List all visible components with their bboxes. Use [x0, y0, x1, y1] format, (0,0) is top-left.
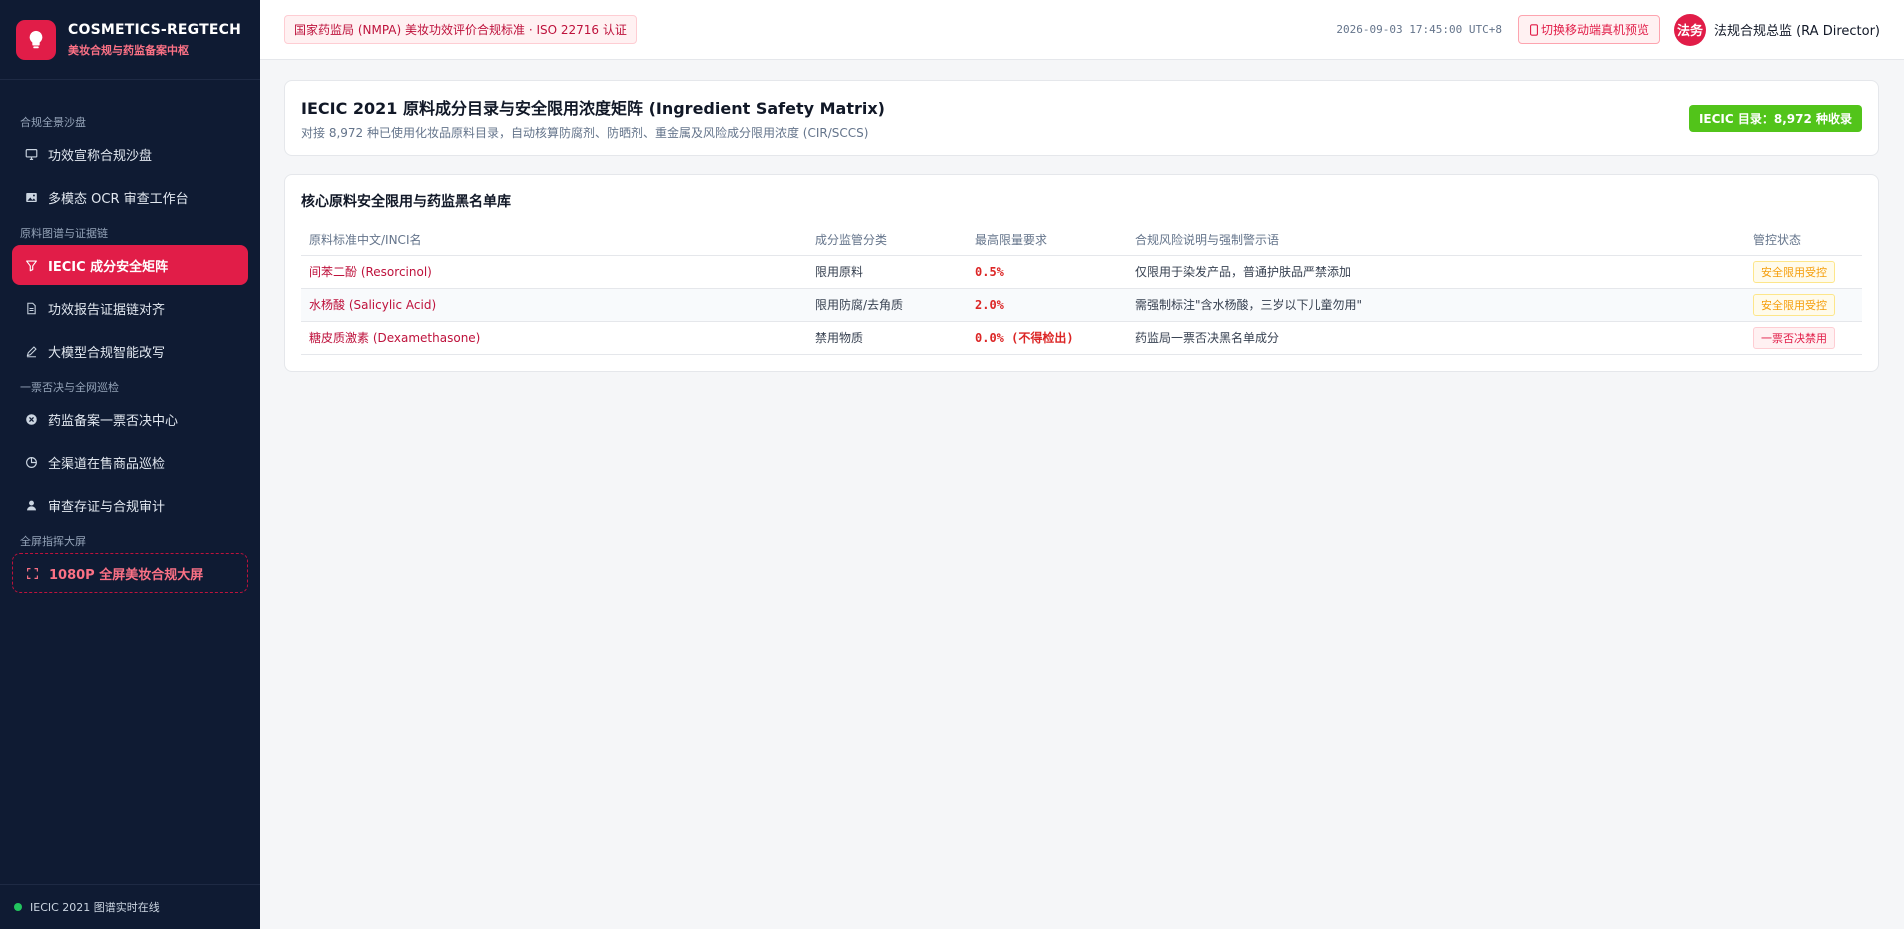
page-title: IECIC 2021 原料成分目录与安全限用浓度矩阵 (Ingredient S… — [301, 99, 885, 118]
pie-icon — [24, 455, 38, 469]
sidebar-nav: 合规全景沙盘 功效宣称合规沙盘 多模态 OCR 审查工作台 原料图谱与证据链 I… — [0, 80, 260, 593]
top-header: 国家药监局 (NMPA) 美妆功效评价合规标准 · ISO 22716 认证 2… — [260, 0, 1904, 60]
lightbulb-icon — [16, 19, 56, 60]
document-icon — [24, 301, 38, 315]
table-title: 核心原料安全限用与药监黑名单库 — [301, 194, 511, 210]
sidebar-item-channel-patrol[interactable]: 全渠道在售商品巡检 — [12, 442, 248, 482]
ingredient-table: 原料标准中文/INCI名 成分监管分类 最高限量要求 合规风险说明与强制警示语 … — [301, 225, 1862, 355]
sidebar-item-label: 功效报告证据链对齐 — [48, 302, 166, 318]
page-subtitle: 对接 8,972 种已使用化妆品原料目录，自动核算防腐剂、防晒剂、重金属及风险成… — [301, 126, 869, 140]
sidebar-item-evidence-chain[interactable]: 功效报告证据链对齐 — [12, 288, 248, 328]
table-header-row: 原料标准中文/INCI名 成分监管分类 最高限量要求 合规风险说明与强制警示语 … — [301, 225, 1862, 256]
sidebar-item-audit[interactable]: 审查存证与合规审计 — [12, 485, 248, 525]
status-badge: 安全限用受控 — [1753, 260, 1835, 283]
ingredient-limit: 2.0% — [967, 288, 1127, 322]
column-header: 成分监管分类 — [807, 225, 967, 256]
sidebar-item-claims-sandbox[interactable]: 功效宣称合规沙盘 — [12, 134, 248, 174]
sidebar-item-fullscreen[interactable]: 1080P 全屏美妆合规大屏 — [12, 553, 248, 593]
ingredient-note: 仅限用于染发产品，普通护肤品严禁添加 — [1127, 255, 1745, 289]
ingredient-note: 需强制标注"含水杨酸，三岁以下儿童勿用" — [1127, 288, 1745, 322]
ingredient-limit: 0.5% — [967, 255, 1127, 289]
image-icon — [24, 190, 38, 204]
ingredient-category: 禁用物质 — [807, 321, 967, 355]
pen-icon — [24, 344, 38, 358]
user-name[interactable]: 法规合规总监 (RA Director) — [1714, 20, 1880, 39]
sidebar-item-label: 全渠道在售商品巡检 — [48, 456, 166, 472]
header-right: 2026-09-03 17:45:00 UTC+8 切换移动端真机预览 法务 法… — [1336, 13, 1880, 46]
table-row[interactable]: 间苯二酚 (Resorcinol) 限用原料 0.5% 仅限用于染发产品，普通护… — [301, 255, 1862, 289]
ingredient-name[interactable]: 间苯二酚 (Resorcinol) — [301, 255, 807, 289]
brand: COSMETICS-REGTECH 美妆合规与药监备案中枢 — [0, 0, 260, 80]
mobile-preview-button[interactable]: 切换移动端真机预览 — [1517, 15, 1660, 44]
brand-title: COSMETICS-REGTECH — [68, 21, 242, 38]
column-header: 原料标准中文/INCI名 — [301, 225, 807, 256]
avatar[interactable]: 法务 — [1673, 13, 1706, 46]
table-row[interactable]: 水杨酸 (Salicylic Acid) 限用防腐/去角质 2.0% 需强制标注… — [301, 288, 1862, 322]
sidebar: COSMETICS-REGTECH 美妆合规与药监备案中枢 合规全景沙盘 功效宣… — [0, 0, 260, 929]
ingredient-category: 限用原料 — [807, 255, 967, 289]
sidebar-footer-text: IECIC 2021 图谱实时在线 — [30, 901, 160, 914]
column-header: 最高限量要求 — [967, 225, 1127, 256]
sidebar-item-iecic-matrix[interactable]: IECIC 成分安全矩阵 — [12, 245, 248, 285]
sidebar-item-veto-center[interactable]: 药监备案一票否决中心 — [12, 399, 248, 439]
filter-icon — [24, 258, 38, 272]
status-badge: 一票否决禁用 — [1753, 326, 1835, 349]
cert-badge: 国家药监局 (NMPA) 美妆功效评价合规标准 · ISO 22716 认证 — [284, 15, 637, 44]
sidebar-item-ai-rewrite[interactable]: 大模型合规智能改写 — [12, 331, 248, 371]
sidebar-footer: IECIC 2021 图谱实时在线 — [0, 884, 260, 929]
x-circle-icon — [24, 412, 38, 426]
section-label-bigscreen: 全屏指挥大屏 — [20, 535, 86, 548]
ingredient-name[interactable]: 水杨酸 (Salicylic Acid) — [301, 288, 807, 322]
section-label-overview: 合规全景沙盘 — [20, 116, 86, 129]
user-icon — [24, 498, 38, 512]
phone-icon — [1529, 23, 1539, 36]
sidebar-item-label: 功效宣称合规沙盘 — [48, 148, 153, 164]
section-label-ingredients: 原料图谱与证据链 — [20, 227, 108, 240]
catalog-count-badge: IECIC 目录：8,972 种收录 — [1688, 104, 1862, 132]
sidebar-item-label: IECIC 成分安全矩阵 — [48, 259, 169, 275]
column-header: 管控状态 — [1745, 225, 1862, 256]
ingredient-note: 药监局一票否决黑名单成分 — [1127, 321, 1745, 355]
sidebar-item-label: 多模态 OCR 审查工作台 — [48, 191, 189, 207]
summary-card: IECIC 2021 原料成分目录与安全限用浓度矩阵 (Ingredient S… — [284, 80, 1879, 156]
sidebar-item-label: 审查存证与合规审计 — [48, 499, 166, 515]
column-header: 合规风险说明与强制警示语 — [1127, 225, 1745, 256]
online-status-icon — [14, 903, 22, 911]
section-label-veto: 一票否决与全网巡检 — [20, 381, 119, 394]
sidebar-item-ocr-workbench[interactable]: 多模态 OCR 审查工作台 — [12, 177, 248, 217]
table-row[interactable]: 糖皮质激素 (Dexamethasone) 禁用物质 0.0% (不得检出) 药… — [301, 321, 1862, 355]
ingredient-category: 限用防腐/去角质 — [807, 288, 967, 322]
fullscreen-icon — [25, 566, 39, 580]
monitor-icon — [24, 147, 38, 161]
ingredient-name[interactable]: 糖皮质激素 (Dexamethasone) — [301, 321, 807, 355]
brand-subtitle: 美妆合规与药监备案中枢 — [68, 43, 189, 57]
sidebar-item-label: 大模型合规智能改写 — [48, 345, 166, 361]
matrix-table-card: 核心原料安全限用与药监黑名单库 原料标准中文/INCI名 成分监管分类 最高限量… — [284, 174, 1879, 372]
status-badge: 安全限用受控 — [1753, 293, 1835, 316]
mobile-preview-label: 切换移动端真机预览 — [1540, 23, 1649, 37]
main-content: IECIC 2021 原料成分目录与安全限用浓度矩阵 (Ingredient S… — [260, 60, 1904, 929]
timestamp: 2026-09-03 17:45:00 UTC+8 — [1336, 23, 1502, 36]
sidebar-item-label: 药监备案一票否决中心 — [48, 413, 179, 429]
sidebar-item-label: 1080P 全屏美妆合规大屏 — [49, 567, 204, 583]
ingredient-limit: 0.0% (不得检出) — [967, 321, 1127, 355]
